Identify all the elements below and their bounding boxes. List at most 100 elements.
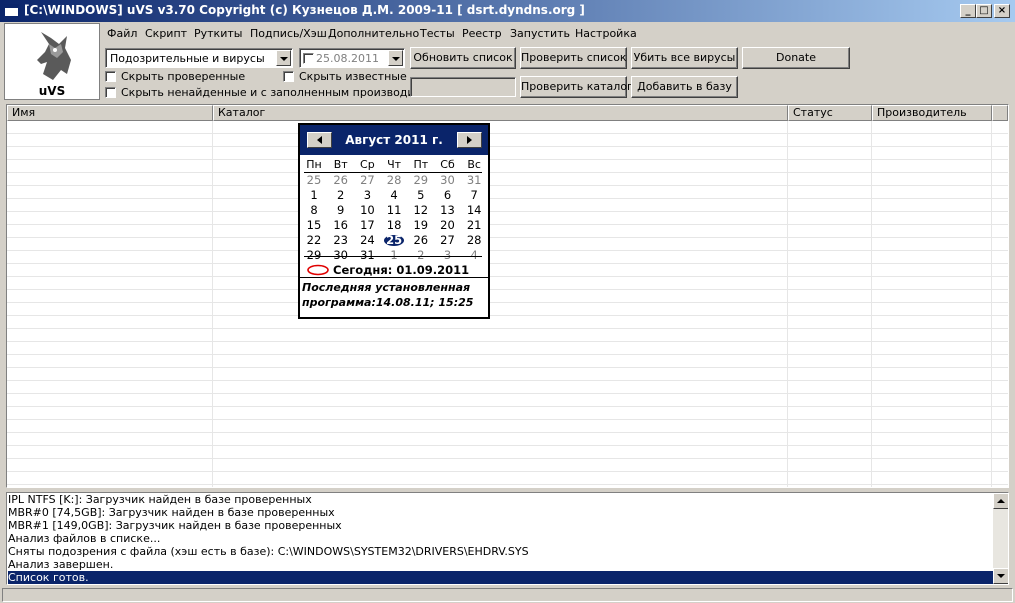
column-header-name[interactable]: Имя	[7, 105, 213, 121]
calendar-day[interactable]: 9	[328, 203, 354, 218]
column-header-status[interactable]: Статус	[788, 105, 872, 121]
calendar-day[interactable]: 20	[435, 218, 461, 233]
calendar-day-selected[interactable]: 25	[381, 233, 407, 248]
file-list[interactable]: Имя Каталог Статус Производитель	[6, 104, 1009, 488]
menu-run[interactable]: Запустить	[510, 27, 570, 40]
calendar-day[interactable]: 21	[461, 218, 487, 233]
hide-known-checkbox[interactable]	[283, 71, 294, 82]
calendar-day[interactable]: 26	[408, 233, 434, 248]
log-line[interactable]: MBR#1 [149,0GB]: Загрузчик найден в базе…	[8, 519, 993, 532]
calendar-day[interactable]: 28	[461, 233, 487, 248]
date-checkbox[interactable]	[303, 53, 314, 64]
calendar-day[interactable]: 17	[354, 218, 380, 233]
status-bar	[2, 588, 1013, 602]
minimize-button[interactable]: _	[960, 4, 976, 18]
donate-button[interactable]: Donate	[742, 47, 850, 69]
weekday-label: Пт	[413, 158, 429, 171]
check-directory-button[interactable]: Проверить каталог	[520, 76, 633, 98]
list-grid	[7, 121, 1008, 487]
calendar-day[interactable]: 30	[435, 173, 461, 188]
close-button[interactable]: ×	[994, 4, 1010, 18]
column-divider	[871, 121, 872, 487]
add-to-database-button[interactable]: Добавить в базу	[631, 76, 738, 98]
log-line[interactable]: IPL NTFS [K:]: Загрузчик найден в базе п…	[8, 493, 993, 506]
calendar-day[interactable]: 18	[381, 218, 407, 233]
menu-file[interactable]: Файл	[107, 27, 137, 40]
column-header-vendor[interactable]: Производитель	[872, 105, 992, 121]
today-label[interactable]: Сегодня: 01.09.2011	[333, 263, 469, 277]
calendar-day[interactable]: 26	[328, 173, 354, 188]
log-line[interactable]: Анализ файлов в списке...	[8, 532, 993, 545]
calendar-day[interactable]: 4	[381, 188, 407, 203]
menu-additional[interactable]: Дополнительно	[328, 27, 419, 40]
calendar-day[interactable]: 11	[381, 203, 407, 218]
calendar-day[interactable]: 27	[435, 233, 461, 248]
menu-signature-hash[interactable]: Подпись/Хэш	[250, 27, 327, 40]
log-line[interactable]: MBR#0 [74,5GB]: Загрузчик найден в базе …	[8, 506, 993, 519]
date-dropdown-icon[interactable]	[388, 50, 403, 66]
calendar-day[interactable]: 24	[354, 233, 380, 248]
calendar-footer-divider	[300, 277, 488, 278]
wolf-logo-icon	[37, 32, 71, 80]
calendar-day[interactable]: 10	[354, 203, 380, 218]
arrow-right-icon	[467, 136, 472, 144]
title-bar[interactable]: [C:\WINDOWS] uVS v3.70 Copyright (c) Куз…	[0, 0, 1015, 22]
hide-not-found-label: Скрыть ненайденные и с заполненным произ…	[121, 86, 450, 99]
menu-registry[interactable]: Реестр	[462, 27, 502, 40]
hide-checked-checkbox[interactable]	[105, 71, 116, 82]
calendar-day[interactable]: 3	[354, 188, 380, 203]
prev-month-button[interactable]	[307, 132, 332, 148]
calendar-day[interactable]: 1	[301, 188, 327, 203]
filter-dropdown-icon[interactable]	[276, 50, 291, 66]
filter-value: Подозрительные и вирусы	[110, 52, 265, 65]
log-line[interactable]: Сняты подозрения с файла (хэш есть в баз…	[8, 545, 993, 558]
arrow-down-icon	[997, 574, 1005, 578]
calendar-day[interactable]: 8	[301, 203, 327, 218]
calendar-divider	[304, 256, 482, 257]
calendar-popup[interactable]: Август 2011 г. Пн Вт Ср Чт Пт Сб Вс 25 26 27 28 29 3…	[298, 123, 490, 319]
column-divider	[212, 121, 213, 487]
calendar-month-title[interactable]: Август 2011 г.	[336, 133, 452, 147]
column-header-directory[interactable]: Каталог	[213, 105, 788, 121]
hide-checked-label: Скрыть проверенные	[121, 70, 246, 83]
log-line-selected[interactable]: Список готов.	[8, 571, 993, 584]
log-list[interactable]: IPL NTFS [K:]: Загрузчик найден в базе п…	[6, 492, 1009, 585]
window-icon[interactable]	[4, 4, 19, 17]
calendar-day[interactable]: 16	[328, 218, 354, 233]
calendar-day[interactable]: 6	[435, 188, 461, 203]
scroll-down-button[interactable]	[993, 568, 1008, 584]
calendar-day[interactable]: 25	[301, 173, 327, 188]
weekday-label: Вт	[333, 158, 348, 171]
calendar-day[interactable]: 12	[408, 203, 434, 218]
check-list-button[interactable]: Проверить список	[520, 47, 627, 69]
menu-script[interactable]: Скрипт	[145, 27, 187, 40]
calendar-day[interactable]: 23	[328, 233, 354, 248]
calendar-day[interactable]: 19	[408, 218, 434, 233]
calendar-day[interactable]: 29	[408, 173, 434, 188]
menu-tests[interactable]: Тесты	[420, 27, 455, 40]
next-month-button[interactable]	[457, 132, 482, 148]
calendar-day[interactable]: 7	[461, 188, 487, 203]
menu-rootkits[interactable]: Руткиты	[194, 27, 242, 40]
calendar-day[interactable]: 14	[461, 203, 487, 218]
scroll-up-button[interactable]	[993, 493, 1008, 509]
calendar-day[interactable]: 31	[461, 173, 487, 188]
filter-select[interactable]: Подозрительные и вирусы	[105, 48, 293, 68]
calendar-day[interactable]: 28	[381, 173, 407, 188]
menu-settings[interactable]: Настройка	[575, 27, 637, 40]
calendar-day[interactable]: 2	[328, 188, 354, 203]
calendar-day[interactable]: 5	[408, 188, 434, 203]
today-circle-icon	[307, 264, 329, 276]
app-logo: uVS	[4, 23, 100, 100]
calendar-day[interactable]: 27	[354, 173, 380, 188]
maximize-button[interactable]: □	[976, 4, 992, 18]
calendar-day[interactable]: 22	[301, 233, 327, 248]
calendar-day[interactable]: 15	[301, 218, 327, 233]
hide-not-found-checkbox[interactable]	[105, 87, 116, 98]
log-line[interactable]: Анализ завершен.	[8, 558, 993, 571]
date-picker[interactable]: 25.08.2011	[299, 48, 405, 68]
calendar-day[interactable]: 13	[435, 203, 461, 218]
kill-all-viruses-button[interactable]: Убить все вирусы	[631, 47, 738, 69]
refresh-list-button[interactable]: Обновить список	[410, 47, 516, 69]
log-scrollbar[interactable]	[993, 493, 1008, 584]
